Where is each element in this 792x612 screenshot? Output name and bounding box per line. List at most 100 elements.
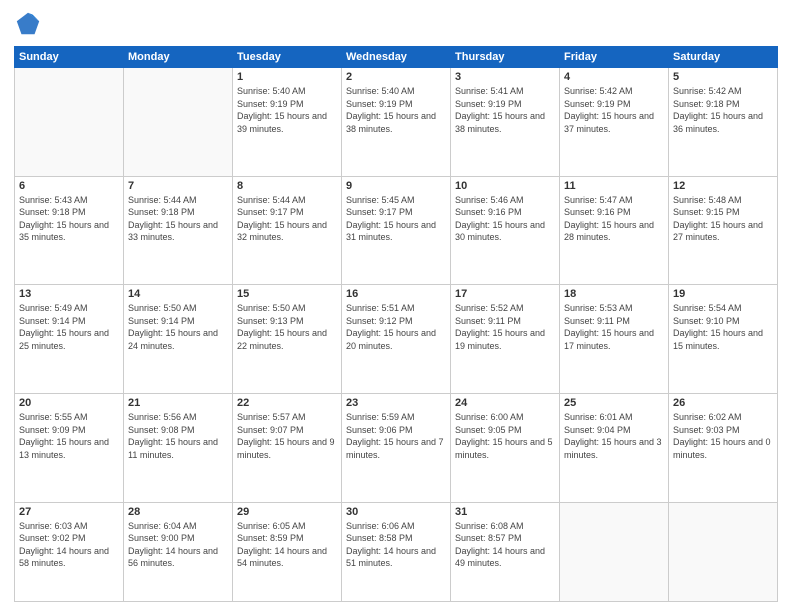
- calendar-cell: 14Sunrise: 5:50 AM Sunset: 9:14 PM Dayli…: [124, 285, 233, 394]
- day-number: 19: [673, 288, 773, 300]
- day-number: 30: [346, 506, 446, 518]
- day-number: 7: [128, 180, 228, 192]
- calendar-cell: 23 Sunrise: 5:59 AM Sunset: 9:06 PM Dayli…: [342, 393, 451, 502]
- calendar-table: Sunday Monday Tuesday Wednesday Thursday…: [14, 46, 778, 602]
- day-info: Sunrise: 6:04 AM Sunset: 9:00 PM Dayligh…: [128, 520, 228, 570]
- day-info: Sunrise: 5:42 AM Sunset: 9:19 PM Dayligh…: [564, 85, 664, 135]
- calendar-week-1: 6 Sunrise: 5:43 AM Sunset: 9:18 PM Daylig…: [15, 176, 778, 285]
- day-info: Sunrise: 6:01 AM Sunset: 9:04 PM Dayligh…: [564, 411, 664, 461]
- day-info: Sunrise: 5:54 AM Sunset: 9:10 PM Dayligh…: [673, 302, 773, 352]
- calendar-week-3: 20Sunrise: 5:55 AM Sunset: 9:09 PM Dayli…: [15, 393, 778, 502]
- day-number: 18: [564, 288, 664, 300]
- calendar-cell: 8 Sunrise: 5:44 AM Sunset: 9:17 PM Daylig…: [233, 176, 342, 285]
- calendar-cell: 24Sunrise: 6:00 AM Sunset: 9:05 PM Dayli…: [451, 393, 560, 502]
- col-thursday: Thursday: [451, 47, 560, 68]
- calendar-week-4: 27 Sunrise: 6:03 AM Sunset: 9:02 PM Dayli…: [15, 502, 778, 601]
- day-info: Sunrise: 5:40 AM Sunset: 9:19 PM Dayligh…: [346, 85, 446, 135]
- day-number: 12: [673, 180, 773, 192]
- day-info: Sunrise: 5:50 AM Sunset: 9:13 PM Dayligh…: [237, 302, 337, 352]
- calendar-cell: 31 Sunrise: 6:08 AM Sunset: 8:57 PM Dayli…: [451, 502, 560, 601]
- calendar-cell: 26Sunrise: 6:02 AM Sunset: 9:03 PM Dayli…: [669, 393, 778, 502]
- calendar-week-2: 13Sunrise: 5:49 AM Sunset: 9:14 PM Dayli…: [15, 285, 778, 394]
- page: Sunday Monday Tuesday Wednesday Thursday…: [0, 0, 792, 612]
- col-sunday: Sunday: [15, 47, 124, 68]
- day-info: Sunrise: 5:46 AM Sunset: 9:16 PM Dayligh…: [455, 194, 555, 244]
- calendar-week-0: 1 Sunrise: 5:40 AM Sunset: 9:19 PM Daylig…: [15, 68, 778, 177]
- calendar-cell: 18 Sunrise: 5:53 AM Sunset: 9:11 PM Dayli…: [560, 285, 669, 394]
- day-info: Sunrise: 5:55 AM Sunset: 9:09 PM Dayligh…: [19, 411, 119, 461]
- calendar-cell: 13Sunrise: 5:49 AM Sunset: 9:14 PM Dayli…: [15, 285, 124, 394]
- day-number: 11: [564, 180, 664, 192]
- day-info: Sunrise: 5:53 AM Sunset: 9:11 PM Dayligh…: [564, 302, 664, 352]
- col-saturday: Saturday: [669, 47, 778, 68]
- day-info: Sunrise: 6:00 AM Sunset: 9:05 PM Dayligh…: [455, 411, 555, 461]
- calendar-cell: 22 Sunrise: 5:57 AM Sunset: 9:07 PM Dayli…: [233, 393, 342, 502]
- header: [14, 10, 778, 38]
- day-info: Sunrise: 5:47 AM Sunset: 9:16 PM Dayligh…: [564, 194, 664, 244]
- day-number: 8: [237, 180, 337, 192]
- day-info: Sunrise: 6:08 AM Sunset: 8:57 PM Dayligh…: [455, 520, 555, 570]
- day-number: 27: [19, 506, 119, 518]
- col-tuesday: Tuesday: [233, 47, 342, 68]
- calendar-cell: 29 Sunrise: 6:05 AM Sunset: 8:59 PM Dayli…: [233, 502, 342, 601]
- day-info: Sunrise: 5:48 AM Sunset: 9:15 PM Dayligh…: [673, 194, 773, 244]
- calendar-cell: 9Sunrise: 5:45 AM Sunset: 9:17 PM Daylig…: [342, 176, 451, 285]
- calendar-cell: [669, 502, 778, 601]
- logo-icon: [14, 10, 42, 38]
- calendar-cell: 27 Sunrise: 6:03 AM Sunset: 9:02 PM Dayli…: [15, 502, 124, 601]
- day-number: 23: [346, 397, 446, 409]
- day-info: Sunrise: 5:52 AM Sunset: 9:11 PM Dayligh…: [455, 302, 555, 352]
- day-info: Sunrise: 5:56 AM Sunset: 9:08 PM Dayligh…: [128, 411, 228, 461]
- day-number: 15: [237, 288, 337, 300]
- calendar-cell: 12 Sunrise: 5:48 AM Sunset: 9:15 PM Dayli…: [669, 176, 778, 285]
- day-number: 4: [564, 71, 664, 83]
- calendar-cell: 19 Sunrise: 5:54 AM Sunset: 9:10 PM Dayli…: [669, 285, 778, 394]
- calendar-cell: 15 Sunrise: 5:50 AM Sunset: 9:13 PM Dayli…: [233, 285, 342, 394]
- day-info: Sunrise: 6:03 AM Sunset: 9:02 PM Dayligh…: [19, 520, 119, 570]
- calendar-cell: 3Sunrise: 5:41 AM Sunset: 9:19 PM Daylig…: [451, 68, 560, 177]
- day-info: Sunrise: 5:57 AM Sunset: 9:07 PM Dayligh…: [237, 411, 337, 461]
- calendar-cell: 21 Sunrise: 5:56 AM Sunset: 9:08 PM Dayli…: [124, 393, 233, 502]
- day-number: 16: [346, 288, 446, 300]
- calendar-cell: 30 Sunrise: 6:06 AM Sunset: 8:58 PM Dayli…: [342, 502, 451, 601]
- calendar-cell: [560, 502, 669, 601]
- day-number: 6: [19, 180, 119, 192]
- header-row: Sunday Monday Tuesday Wednesday Thursday…: [15, 47, 778, 68]
- day-number: 14: [128, 288, 228, 300]
- day-number: 1: [237, 71, 337, 83]
- day-number: 28: [128, 506, 228, 518]
- calendar-cell: 17Sunrise: 5:52 AM Sunset: 9:11 PM Dayli…: [451, 285, 560, 394]
- day-info: Sunrise: 5:44 AM Sunset: 9:17 PM Dayligh…: [237, 194, 337, 244]
- day-info: Sunrise: 5:59 AM Sunset: 9:06 PM Dayligh…: [346, 411, 446, 461]
- day-number: 22: [237, 397, 337, 409]
- day-number: 29: [237, 506, 337, 518]
- calendar-cell: 2 Sunrise: 5:40 AM Sunset: 9:19 PM Daylig…: [342, 68, 451, 177]
- day-number: 2: [346, 71, 446, 83]
- calendar-cell: 16 Sunrise: 5:51 AM Sunset: 9:12 PM Dayli…: [342, 285, 451, 394]
- day-info: Sunrise: 5:45 AM Sunset: 9:17 PM Dayligh…: [346, 194, 446, 244]
- logo: [14, 10, 46, 38]
- day-info: Sunrise: 5:40 AM Sunset: 9:19 PM Dayligh…: [237, 85, 337, 135]
- day-number: 10: [455, 180, 555, 192]
- day-info: Sunrise: 5:42 AM Sunset: 9:18 PM Dayligh…: [673, 85, 773, 135]
- calendar-cell: 20Sunrise: 5:55 AM Sunset: 9:09 PM Dayli…: [15, 393, 124, 502]
- day-info: Sunrise: 5:43 AM Sunset: 9:18 PM Dayligh…: [19, 194, 119, 244]
- day-number: 21: [128, 397, 228, 409]
- day-number: 31: [455, 506, 555, 518]
- day-info: Sunrise: 6:05 AM Sunset: 8:59 PM Dayligh…: [237, 520, 337, 570]
- day-info: Sunrise: 5:51 AM Sunset: 9:12 PM Dayligh…: [346, 302, 446, 352]
- col-wednesday: Wednesday: [342, 47, 451, 68]
- col-friday: Friday: [560, 47, 669, 68]
- day-number: 13: [19, 288, 119, 300]
- day-info: Sunrise: 5:44 AM Sunset: 9:18 PM Dayligh…: [128, 194, 228, 244]
- day-number: 5: [673, 71, 773, 83]
- day-info: Sunrise: 6:06 AM Sunset: 8:58 PM Dayligh…: [346, 520, 446, 570]
- calendar-cell: 6 Sunrise: 5:43 AM Sunset: 9:18 PM Daylig…: [15, 176, 124, 285]
- calendar-cell: 28 Sunrise: 6:04 AM Sunset: 9:00 PM Dayli…: [124, 502, 233, 601]
- calendar-cell: [124, 68, 233, 177]
- calendar-cell: 4 Sunrise: 5:42 AM Sunset: 9:19 PM Daylig…: [560, 68, 669, 177]
- calendar-cell: 25 Sunrise: 6:01 AM Sunset: 9:04 PM Dayli…: [560, 393, 669, 502]
- day-info: Sunrise: 5:41 AM Sunset: 9:19 PM Dayligh…: [455, 85, 555, 135]
- day-number: 25: [564, 397, 664, 409]
- calendar-cell: 11 Sunrise: 5:47 AM Sunset: 9:16 PM Dayli…: [560, 176, 669, 285]
